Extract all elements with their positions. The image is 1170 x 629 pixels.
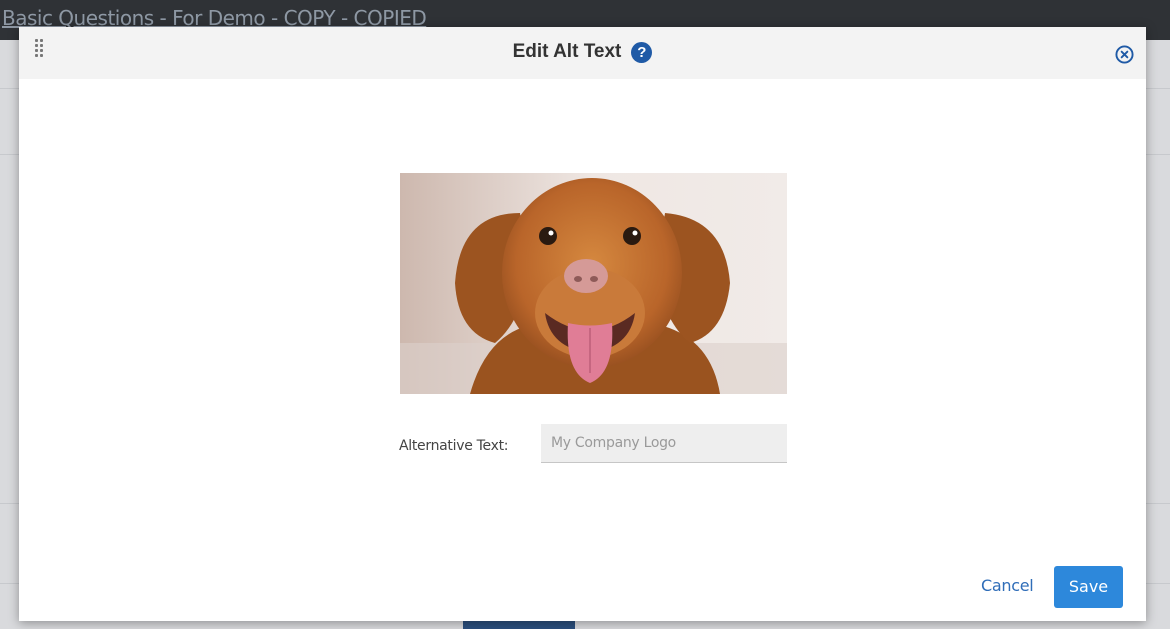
alt-text-input[interactable] [541,424,787,463]
dialog-title: Edit Alt Text [512,41,622,62]
alt-text-label: Alternative Text: [399,438,509,454]
dialog-header: Edit Alt Text ? [19,27,1146,79]
dialog-title-row: Edit Alt Text ? [19,41,1146,63]
close-icon[interactable] [1115,45,1134,64]
cancel-button[interactable]: Cancel [981,576,1034,595]
help-icon[interactable]: ? [631,41,653,63]
dog-image [400,173,787,394]
save-button[interactable]: Save [1054,566,1123,608]
edit-alt-text-dialog: Edit Alt Text ? Alternative Text: My Com… [19,27,1146,621]
dog-photo [400,173,787,394]
